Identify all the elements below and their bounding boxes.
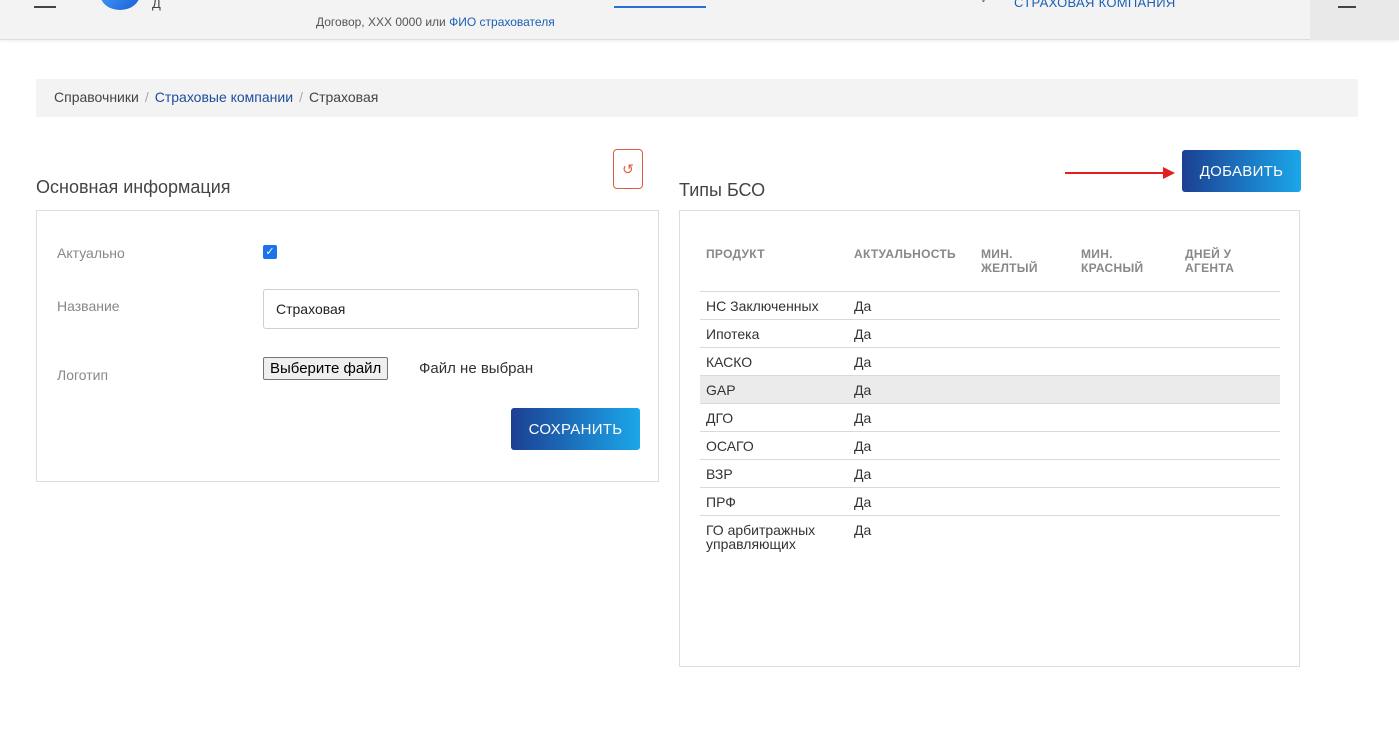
bso-types-card: ПРОДУКТ АКТУАЛЬНОСТЬ МИН. ЖЕЛТЫЙ МИН. КР… — [679, 210, 1300, 667]
search-hint-prefix: Договор, XXX 0000 или — [316, 15, 450, 29]
cell-product: ОСАГО — [700, 431, 848, 460]
company-selector[interactable]: СТРАХОВАЯ КОМПАНИЯ — [1014, 0, 1176, 10]
table-row[interactable]: Ипотека Да — [700, 319, 1280, 348]
cell-days — [1179, 431, 1280, 460]
breadcrumb-item-insurance-companies[interactable]: Страховые компании — [155, 89, 293, 105]
cell-min-yellow — [975, 431, 1075, 460]
cell-days — [1179, 291, 1280, 320]
cell-active: Да — [848, 347, 975, 376]
cell-active: Да — [854, 521, 872, 538]
column-header-active[interactable]: АКТУАЛЬНОСТЬ — [848, 239, 975, 292]
cell-days — [1179, 459, 1280, 488]
table-row[interactable]: ДГО Да — [700, 403, 1280, 432]
menu-toggle-icon[interactable] — [1338, 6, 1356, 8]
cell-min-red — [1075, 459, 1179, 488]
file-status: Файл не выбран — [419, 360, 534, 377]
add-button[interactable]: ДОБАВИТЬ — [1182, 150, 1301, 192]
cell-product: ПРФ — [700, 487, 848, 516]
active-label: Актуально — [57, 245, 125, 261]
column-header-min-yellow[interactable]: МИН. ЖЕЛТЫЙ — [975, 239, 1075, 292]
name-input[interactable] — [263, 289, 639, 329]
cell-active: Да — [848, 403, 975, 432]
table-row[interactable]: ПРФ Да — [700, 487, 1280, 516]
main-info-title: Основная информация — [36, 177, 231, 197]
cell-min-red — [1075, 319, 1179, 348]
cell-days — [1179, 319, 1280, 348]
breadcrumb-item-current: Страховая — [308, 89, 379, 105]
search-input[interactable] — [614, 6, 706, 8]
cell-min-yellow — [975, 347, 1075, 376]
breadcrumb-separator: / — [144, 89, 149, 105]
cell-min-yellow — [975, 403, 1075, 432]
menu-icon[interactable] — [34, 6, 56, 8]
table-row[interactable]: ГО арбитражных управляющих Да — [700, 515, 1280, 557]
column-header-days-at-agent[interactable]: ДНЕЙ У АГЕНТА — [1179, 239, 1280, 292]
cell-days — [1179, 515, 1280, 557]
cell-min-red — [1075, 515, 1179, 557]
column-header-min-red[interactable]: МИН. КРАСНЫЙ — [1075, 239, 1179, 292]
search-hint-link: ФИО страхователя — [449, 15, 555, 29]
bso-types-title: Типы БСО — [679, 180, 766, 200]
cell-min-yellow — [975, 515, 1075, 557]
cell-days — [1179, 375, 1280, 404]
cell-min-yellow — [975, 375, 1075, 404]
breadcrumb-item-directories[interactable]: Справочники — [54, 89, 139, 105]
cell-active: Да — [848, 291, 975, 320]
table-row[interactable]: ОСАГО Да — [700, 431, 1280, 460]
search-hint: Договор, XXX 0000 или ФИО страхователя — [316, 15, 555, 29]
cell-product: ВЗР — [700, 459, 848, 488]
cell-product: ДГО — [700, 403, 848, 432]
reset-button[interactable]: ↺ — [613, 149, 643, 189]
cell-min-yellow — [975, 487, 1075, 516]
logo-label: Логотип — [57, 367, 109, 383]
cell-min-red — [1075, 375, 1179, 404]
cell-active: Да — [848, 431, 975, 460]
table-row[interactable]: GAP Да — [700, 375, 1280, 404]
table-row[interactable]: КАСКО Да — [700, 347, 1280, 376]
breadcrumb: Справочники / Страховые компании / Страховая — [36, 79, 1358, 117]
cell-min-red — [1075, 291, 1179, 320]
table-row[interactable]: НС Заключенных Да — [700, 291, 1280, 320]
cell-product: ГО арбитражных управляющих — [706, 521, 816, 552]
table-row[interactable]: ВЗР Да — [700, 459, 1280, 488]
annotation-arrow-head — [1163, 167, 1175, 179]
cell-product: КАСКО — [700, 347, 848, 376]
cell-active: Да — [848, 459, 975, 488]
chevron-down-icon[interactable]: v — [981, 0, 986, 5]
bso-table-body: НС Заключенных Да Ипотека Да КАСКО Да GAP Да ДГО… — [700, 291, 1280, 557]
logo-text: Д — [152, 0, 161, 11]
cell-product: НС Заключенных — [700, 291, 848, 320]
table-header-row: ПРОДУКТ АКТУАЛЬНОСТЬ МИН. ЖЕЛТЫЙ МИН. КР… — [700, 239, 1280, 292]
save-button[interactable]: СОХРАНИТЬ — [511, 408, 640, 450]
cell-active: Да — [848, 487, 975, 516]
cell-active: Да — [848, 319, 975, 348]
active-checkbox[interactable]: ✓ — [263, 245, 277, 259]
cell-product: GAP — [700, 375, 848, 404]
annotation-arrow — [1065, 172, 1167, 174]
name-label: Название — [57, 298, 120, 314]
bso-types-table: ПРОДУКТ АКТУАЛЬНОСТЬ МИН. ЖЕЛТЫЙ МИН. КР… — [700, 239, 1280, 557]
column-header-product[interactable]: ПРОДУКТ — [700, 239, 848, 292]
cell-active: Да — [848, 375, 975, 404]
top-header: Д Договор, XXX 0000 или ФИО страхователя… — [0, 0, 1399, 40]
logo-icon[interactable] — [100, 0, 140, 10]
cell-min-red — [1075, 431, 1179, 460]
cell-min-red — [1075, 487, 1179, 516]
cell-min-red — [1075, 403, 1179, 432]
cell-min-yellow — [975, 459, 1075, 488]
main-info-card: Актуально ✓ Название Логотип Выберите фа… — [36, 210, 659, 482]
breadcrumb-separator: / — [299, 89, 303, 105]
cell-days — [1179, 347, 1280, 376]
cell-days — [1179, 487, 1280, 516]
cell-product: Ипотека — [700, 319, 848, 348]
cell-days — [1179, 403, 1280, 432]
undo-icon: ↺ — [622, 160, 634, 177]
cell-min-yellow — [975, 291, 1075, 320]
cell-min-yellow — [975, 319, 1075, 348]
choose-file-button[interactable]: Выберите файл — [263, 357, 389, 380]
cell-min-red — [1075, 347, 1179, 376]
